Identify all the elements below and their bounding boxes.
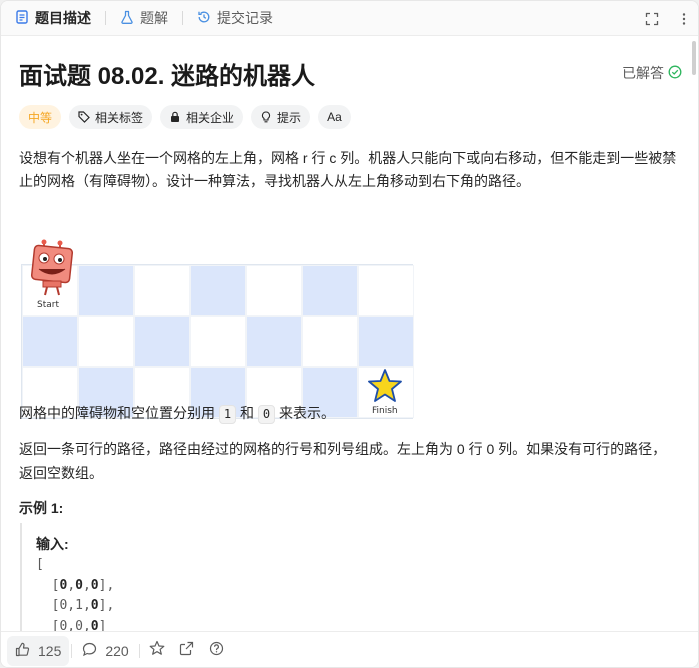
obstacle-code: 1 — [218, 405, 237, 424]
share-icon — [179, 641, 194, 661]
example-title: 示例 1: — [19, 500, 64, 516]
tab-submissions-label: 提交记录 — [217, 10, 273, 26]
grid-note-suffix: 来表示。 — [279, 405, 336, 421]
footer-bar: 125 220 — [1, 631, 698, 667]
font-size-button[interactable]: Aa — [318, 105, 351, 129]
grid-cell — [22, 316, 78, 367]
grid-cell — [246, 316, 302, 367]
title-row: 面试题 08.02. 迷路的机器人 已解答 — [19, 57, 682, 90]
grid-cell — [302, 316, 358, 367]
star-icon — [368, 369, 402, 402]
example-line: [0,1,0], — [36, 598, 115, 613]
like-button[interactable]: 125 — [7, 635, 70, 666]
thumbs-up-icon — [15, 642, 30, 660]
grid-cell — [78, 316, 134, 367]
tab-description-label: 题目描述 — [35, 10, 91, 26]
tab-submissions[interactable]: 提交记录 — [183, 1, 273, 36]
footer-divider — [138, 643, 140, 658]
problem-content: 面试题 08.02. 迷路的机器人 已解答 中等 相关标签 相关企业 提示 Aa… — [1, 37, 698, 631]
example-block: 输入: [ [0,0,0], [0,1,0], [0,0,0] — [20, 523, 660, 631]
start-label: Start — [37, 300, 59, 310]
tab-actions — [644, 1, 692, 36]
example-code: [ [0,0,0], [0,1,0], [0,0,0] — [36, 555, 660, 631]
related-companies-label: 相关企业 — [186, 110, 235, 125]
lightbulb-icon — [260, 111, 272, 123]
grid-cell — [134, 316, 190, 367]
problem-panel: 题目描述 题解 提交记录 面试题 08.02. 迷路的机器人 已解答 中等 相关… — [0, 0, 699, 668]
tab-solutions-label: 题解 — [140, 10, 168, 26]
grid-cell — [358, 316, 414, 367]
return-note: 返回一条可行的路径，路径由经过的网格的行号和列号组成。左上角为 0 行 0 列。… — [19, 441, 667, 481]
lock-icon — [169, 111, 181, 123]
tab-solutions[interactable]: 题解 — [106, 1, 168, 36]
related-tags-label: 相关标签 — [95, 110, 144, 125]
like-count: 125 — [38, 642, 62, 659]
tag-row: 中等 相关标签 相关企业 提示 Aa — [19, 105, 351, 129]
grid-note-and: 和 — [240, 405, 255, 421]
help-button[interactable] — [202, 636, 232, 666]
grid-cell — [78, 265, 134, 316]
example-line: [ — [36, 557, 44, 572]
grid-cell — [134, 265, 190, 316]
robot-icon — [30, 239, 74, 296]
hint-label: 提示 — [277, 110, 302, 125]
related-tags-button[interactable]: 相关标签 — [69, 105, 153, 129]
history-icon — [197, 10, 211, 27]
grid-note-prefix: 网格中的障碍物和空位置分别用 — [19, 405, 215, 421]
question-circle-icon — [209, 641, 224, 661]
comment-button[interactable]: 220 — [74, 636, 136, 666]
tag-icon — [78, 111, 90, 123]
solved-status-label: 已解答 — [622, 65, 664, 81]
problem-description: 设想有个机器人坐在一个网格的左上角，网格 r 行 c 列。机器人只能向下或向右移… — [19, 150, 677, 189]
check-circle-icon — [668, 65, 682, 82]
grid-cell — [302, 265, 358, 316]
comment-count: 220 — [105, 642, 129, 659]
footer-divider — [71, 643, 73, 658]
grid-cell — [190, 316, 246, 367]
star-outline-icon — [149, 640, 165, 661]
empty-code: 0 — [257, 405, 276, 424]
related-companies-button[interactable]: 相关企业 — [160, 105, 244, 129]
grid-board — [21, 264, 414, 419]
tab-bar: 题目描述 题解 提交记录 — [1, 1, 698, 36]
solved-status: 已解答 — [622, 63, 682, 83]
share-button[interactable] — [172, 636, 202, 666]
document-icon — [15, 9, 29, 27]
grid-cell — [246, 265, 302, 316]
tab-description[interactable]: 题目描述 — [1, 1, 91, 36]
comment-icon — [82, 642, 97, 660]
grid-cell — [190, 265, 246, 316]
font-toggle-label: Aa — [327, 110, 342, 124]
more-icon[interactable] — [676, 11, 692, 27]
hint-button[interactable]: 提示 — [251, 105, 311, 129]
fullscreen-icon[interactable] — [644, 11, 660, 27]
grid-note: 网格中的障碍物和空位置分别用 1 和 0 来表示。 — [19, 401, 679, 425]
flask-icon — [120, 10, 134, 27]
example-line: [0,0,0] — [36, 618, 107, 632]
page-title: 面试题 08.02. 迷路的机器人 — [19, 62, 316, 90]
grid-figure: Start Finish — [19, 237, 415, 422]
grid-cell — [358, 265, 414, 316]
example-input-label: 输入: — [36, 536, 69, 552]
favorite-button[interactable] — [142, 636, 172, 666]
difficulty-badge: 中等 — [19, 105, 62, 129]
example-line: [0,0,0], — [36, 577, 115, 593]
